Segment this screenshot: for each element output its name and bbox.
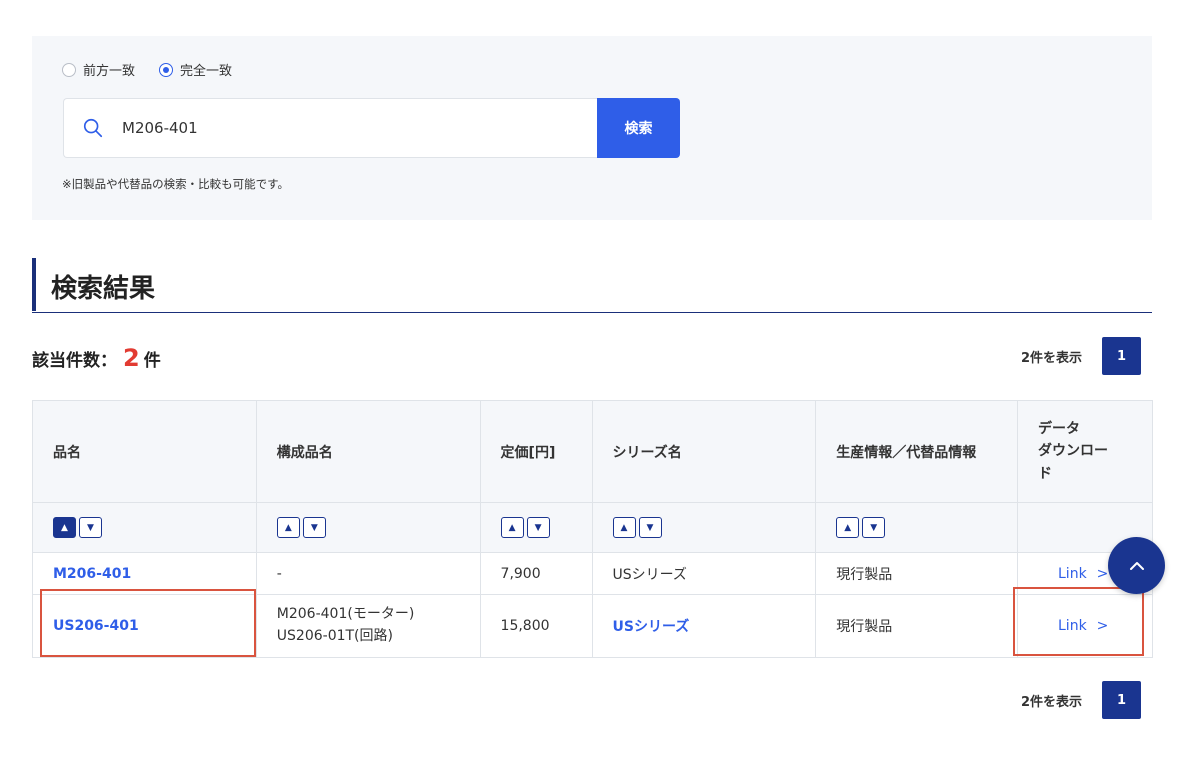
sort-up-icon[interactable]: ▲	[836, 517, 860, 538]
chevron-right-icon: >	[1096, 618, 1109, 634]
cell-status: 現行製品	[815, 594, 1018, 658]
sort-up-icon[interactable]: ▲	[53, 517, 76, 538]
download-link[interactable]: Link >	[1038, 618, 1108, 634]
sort-cell-status: ▲ ▼	[815, 502, 1018, 553]
sort-up-icon[interactable]: ▲	[276, 517, 300, 538]
header-name: 品名	[32, 400, 257, 503]
pager-bottom-text: 2件を表示	[1021, 694, 1083, 710]
back-to-top-button[interactable]	[1108, 537, 1165, 594]
chevron-up-icon	[1129, 561, 1144, 570]
sort-down-icon[interactable]: ▼	[638, 517, 662, 538]
table-row: M206-401 - 7,900 USシリーズ 現行製品 Link >	[32, 552, 1153, 595]
result-count-unit: 件	[143, 351, 161, 371]
results-heading: 検索結果	[51, 274, 156, 304]
results-table: 品名 構成品名 定価[円] シリーズ名 生産情報／代替品情報 データ ダウンロー…	[32, 400, 1153, 658]
header-component: 構成品名	[255, 400, 481, 503]
table-header-row: 品名 構成品名 定価[円] シリーズ名 生産情報／代替品情報 データ ダウンロー…	[32, 400, 1153, 503]
search-button[interactable]: 検索	[597, 98, 680, 158]
radio-exact-match[interactable]: 完全一致	[159, 60, 232, 79]
chevron-right-icon: >	[1096, 565, 1109, 582]
cell-component: M206-401(モーター) US206-01T(回路)	[255, 594, 481, 658]
header-download: データ ダウンロー ド	[1017, 400, 1153, 503]
sort-up-icon[interactable]: ▲	[612, 517, 636, 538]
download-link-label: Link	[1058, 618, 1087, 634]
cell-download: Link >	[1017, 594, 1153, 658]
search-note: ※旧製品や代替品の検索・比較も可能です。	[62, 177, 289, 191]
component-line: M206-401(モーター)	[276, 606, 415, 623]
cell-series: USシリーズ	[591, 594, 817, 658]
radio-prefix-indicator[interactable]	[62, 62, 76, 77]
result-count-label: 該当件数：	[32, 351, 117, 371]
pager-top: 2件を表示 1	[1021, 337, 1142, 375]
cell-series: USシリーズ	[591, 552, 817, 595]
results-section-title: 検索結果	[32, 258, 1152, 313]
cell-name: US206-401	[32, 594, 257, 658]
cell-status: 現行製品	[815, 552, 1018, 595]
radio-prefix-match[interactable]: 前方一致	[62, 60, 135, 79]
pager-bottom-page-1[interactable]: 1	[1102, 681, 1142, 719]
component-line: US206-01T(回路)	[276, 628, 393, 644]
header-download-line1: データ	[1038, 420, 1080, 437]
product-link[interactable]: US206-401	[53, 618, 139, 634]
header-download-line2: ダウンロー	[1038, 443, 1108, 460]
sort-down-icon[interactable]: ▼	[862, 517, 886, 538]
search-box	[63, 98, 598, 158]
search-icon	[83, 118, 103, 138]
pager-top-page-1[interactable]: 1	[1102, 337, 1142, 375]
search-input[interactable]	[122, 119, 562, 137]
cell-component: -	[255, 552, 481, 595]
sort-down-icon[interactable]: ▼	[526, 517, 550, 538]
series-link[interactable]: USシリーズ	[613, 619, 690, 635]
sort-down-icon[interactable]: ▼	[302, 517, 326, 538]
sort-down-icon[interactable]: ▼	[79, 517, 102, 538]
sort-cell-component: ▲ ▼	[255, 502, 481, 553]
sort-row: ▲ ▼ ▲ ▼ ▲ ▼ ▲ ▼ ▲ ▼	[32, 502, 1153, 553]
radio-prefix-label: 前方一致	[83, 64, 136, 79]
sort-cell-series: ▲ ▼	[591, 502, 817, 553]
header-status: 生産情報／代替品情報	[815, 400, 1018, 503]
product-link[interactable]: M206-401	[53, 566, 131, 582]
radio-exact-indicator[interactable]	[159, 62, 174, 77]
cell-price: 7,900	[479, 552, 593, 595]
search-panel: 前方一致 完全一致 検索 ※旧製品や代替品の検索・比較も可能です。	[32, 36, 1152, 220]
cell-price: 15,800	[479, 594, 593, 658]
result-count-number: 2	[123, 344, 140, 372]
sort-cell-name: ▲ ▼	[32, 502, 257, 553]
cell-name: M206-401	[32, 552, 257, 595]
match-mode-group: 前方一致 完全一致	[62, 60, 256, 79]
result-count: 該当件数： 2 件	[32, 344, 161, 372]
sort-cell-price: ▲ ▼	[479, 502, 593, 553]
sort-up-icon[interactable]: ▲	[500, 517, 524, 538]
pager-top-text: 2件を表示	[1021, 350, 1083, 366]
header-download-line3: ド	[1038, 465, 1052, 482]
header-price: 定価[円]	[479, 400, 593, 503]
header-series: シリーズ名	[591, 400, 817, 503]
table-row: US206-401 M206-401(モーター) US206-01T(回路) 1…	[32, 594, 1153, 658]
download-link-label: Link	[1058, 565, 1087, 582]
radio-exact-label: 完全一致	[180, 64, 233, 79]
pager-bottom: 2件を表示 1	[1021, 681, 1142, 719]
download-link[interactable]: Link >	[1038, 566, 1108, 582]
